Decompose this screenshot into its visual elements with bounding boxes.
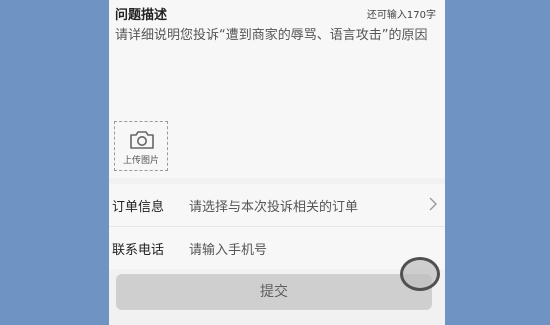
upload-image-label: 上传图片: [122, 156, 159, 166]
touch-indicator: [400, 257, 440, 291]
order-select-value: 请选择与本次投诉相关的订单: [189, 200, 359, 215]
order-info-row[interactable]: 订单信息 请选择与本次投诉相关的订单: [109, 184, 445, 226]
character-counter: 还可输入170字: [366, 10, 436, 21]
problem-description-title: 问题描述: [115, 8, 168, 23]
chevron-right-icon: [429, 197, 437, 211]
phone-input[interactable]: 请输入手机号: [189, 239, 267, 258]
camera-icon: [130, 131, 154, 149]
problem-description-section: 问题描述 还可输入170字 请详细说明您投诉“遭到商家的辱骂、语言攻击”的原因 …: [109, 0, 445, 178]
order-info-label: 订单信息: [112, 200, 165, 215]
contact-phone-label: 联系电话: [112, 243, 165, 258]
submit-button[interactable]: 提交: [116, 274, 432, 310]
contact-phone-row: 联系电话 请输入手机号: [109, 226, 445, 269]
upload-image-button[interactable]: 上传图片: [114, 121, 168, 171]
complaint-form: 问题描述 还可输入170字 请详细说明您投诉“遭到商家的辱骂、语言攻击”的原因 …: [109, 0, 445, 325]
problem-description-textarea[interactable]: 请详细说明您投诉“遭到商家的辱骂、语言攻击”的原因: [115, 26, 435, 45]
